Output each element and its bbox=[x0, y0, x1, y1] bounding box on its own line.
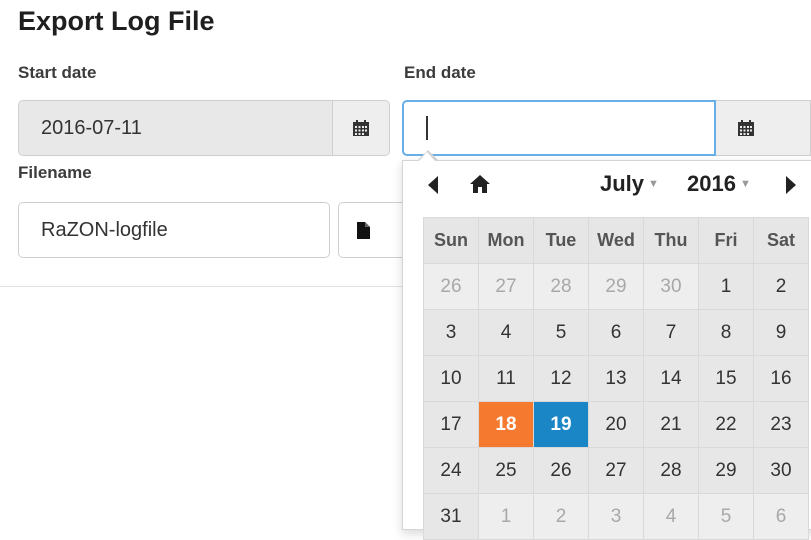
calendar-icon bbox=[738, 120, 754, 136]
weekday-header: Thu bbox=[643, 217, 699, 264]
calendar-day[interactable]: 15 bbox=[698, 355, 754, 402]
calendar-day[interactable]: 25 bbox=[478, 447, 534, 494]
calendar-week-row: 26 27 28 29 30 1 2 bbox=[423, 263, 809, 310]
calendar-day[interactable]: 30 bbox=[643, 263, 699, 310]
calendar-day[interactable]: 9 bbox=[753, 309, 809, 356]
calendar-day[interactable]: 23 bbox=[753, 401, 809, 448]
filename-file-button[interactable] bbox=[338, 202, 408, 258]
chevron-down-icon: ▼ bbox=[739, 178, 751, 190]
weekday-header: Tue bbox=[533, 217, 589, 264]
calendar-day[interactable]: 5 bbox=[698, 493, 754, 540]
datepicker-header: July ▼ 2016 ▼ bbox=[403, 161, 811, 211]
calendar-day[interactable]: 21 bbox=[643, 401, 699, 448]
end-date-group bbox=[402, 100, 811, 156]
home-icon[interactable] bbox=[469, 173, 491, 200]
datepicker-caret-inner bbox=[419, 152, 435, 161]
calendar-day[interactable]: 22 bbox=[698, 401, 754, 448]
calendar-day[interactable]: 1 bbox=[478, 493, 534, 540]
chevron-down-icon: ▼ bbox=[648, 178, 659, 190]
calendar-day[interactable]: 3 bbox=[423, 309, 479, 356]
calendar-day[interactable]: 4 bbox=[643, 493, 699, 540]
datepicker-popup: July ▼ 2016 ▼ Sun Mon Tue Wed Thu Fri Sa… bbox=[402, 152, 811, 540]
month-select[interactable]: July ▼ bbox=[600, 171, 659, 197]
weekday-header: Sun bbox=[423, 217, 479, 264]
month-value: July bbox=[600, 171, 645, 196]
start-date-input[interactable]: 2016-07-11 bbox=[18, 100, 333, 156]
calendar-day[interactable]: 7 bbox=[643, 309, 699, 356]
calendar-day[interactable]: 6 bbox=[753, 493, 809, 540]
calendar-grid: Sun Mon Tue Wed Thu Fri Sat 26 27 28 29 30 1 2… bbox=[423, 217, 809, 540]
calendar-day[interactable]: 1 bbox=[698, 263, 754, 310]
calendar-day[interactable]: 3 bbox=[588, 493, 644, 540]
end-date-calendar-button[interactable] bbox=[716, 100, 811, 156]
calendar-day[interactable]: 14 bbox=[643, 355, 699, 402]
calendar-day[interactable]: 28 bbox=[533, 263, 589, 310]
arrow-left-icon[interactable] bbox=[427, 175, 439, 200]
weekday-header: Wed bbox=[588, 217, 644, 264]
weekday-row: Sun Mon Tue Wed Thu Fri Sat bbox=[423, 217, 809, 264]
calendar-day[interactable]: 26 bbox=[423, 263, 479, 310]
calendar-week-row: 10 11 12 13 14 15 16 bbox=[423, 355, 809, 402]
calendar-day[interactable]: 5 bbox=[533, 309, 589, 356]
calendar-day[interactable]: 30 bbox=[753, 447, 809, 494]
calendar-day[interactable]: 27 bbox=[588, 447, 644, 494]
calendar-day[interactable]: 11 bbox=[478, 355, 534, 402]
calendar-day[interactable]: 29 bbox=[698, 447, 754, 494]
calendar-day-today[interactable]: 18 bbox=[478, 401, 534, 448]
filename-group: RaZON-logfile bbox=[18, 202, 408, 258]
calendar-day[interactable]: 4 bbox=[478, 309, 534, 356]
calendar-day[interactable]: 2 bbox=[753, 263, 809, 310]
calendar-week-row: 3456789 bbox=[423, 309, 809, 356]
end-date-input[interactable] bbox=[402, 100, 716, 156]
text-cursor bbox=[426, 116, 428, 140]
calendar-day[interactable]: 24 bbox=[423, 447, 479, 494]
calendar-day[interactable]: 10 bbox=[423, 355, 479, 402]
start-date-calendar-button[interactable] bbox=[333, 100, 390, 156]
calendar-icon bbox=[353, 120, 369, 136]
arrow-right-icon[interactable] bbox=[785, 175, 797, 200]
weekday-header: Mon bbox=[478, 217, 534, 264]
weekday-header: Fri bbox=[698, 217, 754, 264]
calendar-week-row: 17 18 19 20 21 22 23 bbox=[423, 401, 809, 448]
calendar-day[interactable]: 27 bbox=[478, 263, 534, 310]
calendar-day[interactable]: 13 bbox=[588, 355, 644, 402]
calendar-day-selected[interactable]: 19 bbox=[533, 401, 589, 448]
year-value: 2016 bbox=[687, 171, 736, 196]
end-date-label: End date bbox=[404, 63, 476, 82]
calendar-day[interactable]: 8 bbox=[698, 309, 754, 356]
calendar-week-row: 24 25 26 27 28 29 30 bbox=[423, 447, 809, 494]
calendar-day[interactable]: 29 bbox=[588, 263, 644, 310]
calendar-day[interactable]: 6 bbox=[588, 309, 644, 356]
calendar-day[interactable]: 26 bbox=[533, 447, 589, 494]
calendar-day[interactable]: 28 bbox=[643, 447, 699, 494]
start-date-label: Start date bbox=[18, 63, 97, 82]
file-icon bbox=[357, 221, 370, 239]
filename-label: Filename bbox=[18, 163, 92, 182]
calendar-week-row: 31 1 2 3 4 5 6 bbox=[423, 493, 809, 540]
year-select[interactable]: 2016 ▼ bbox=[687, 171, 751, 197]
calendar-day[interactable]: 16 bbox=[753, 355, 809, 402]
calendar-day[interactable]: 2 bbox=[533, 493, 589, 540]
filename-input[interactable]: RaZON-logfile bbox=[18, 202, 330, 258]
start-date-group: 2016-07-11 bbox=[18, 100, 390, 156]
calendar-day[interactable]: 31 bbox=[423, 493, 479, 540]
page-title: Export Log File bbox=[18, 6, 215, 36]
calendar-day[interactable]: 17 bbox=[423, 401, 479, 448]
calendar-day[interactable]: 12 bbox=[533, 355, 589, 402]
calendar-body: 26 27 28 29 30 1 2 3 4 5 6 7 8 9 10 11 12 13 14 15 16 17 18 19 2… bbox=[423, 263, 809, 540]
calendar-day[interactable]: 20 bbox=[588, 401, 644, 448]
weekday-header: Sat bbox=[753, 217, 809, 264]
